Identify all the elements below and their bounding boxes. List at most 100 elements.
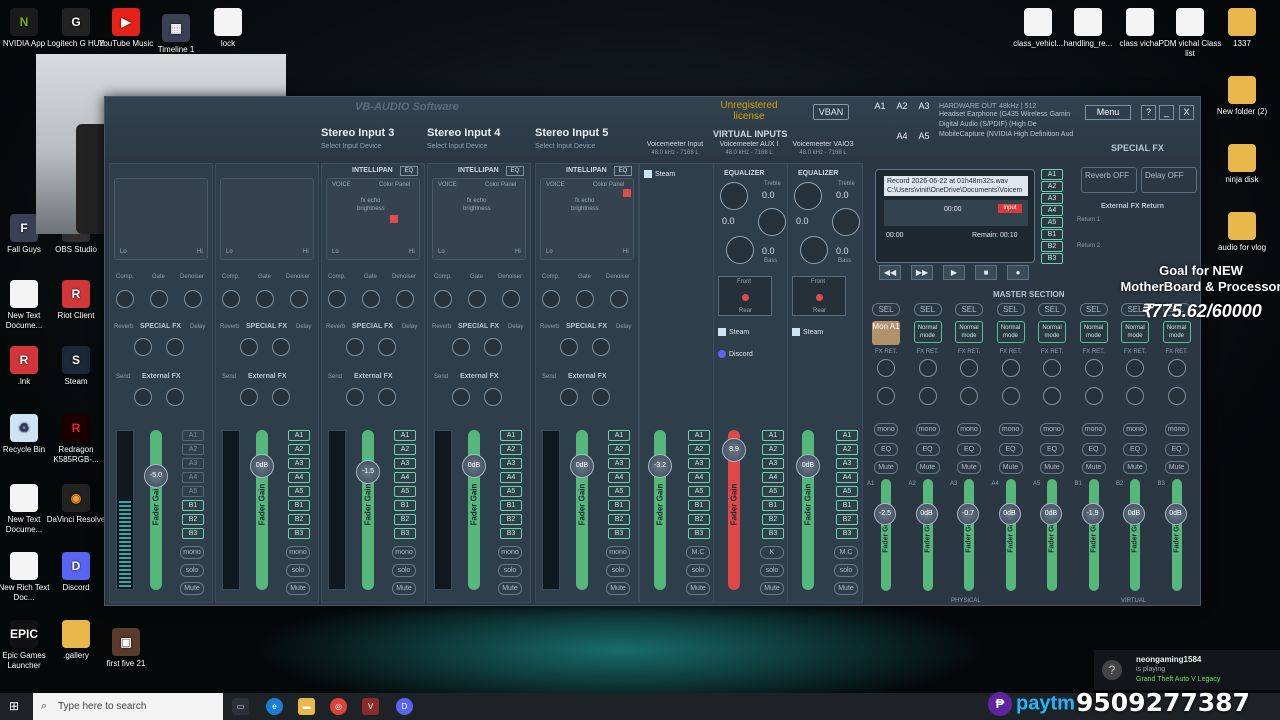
mono-button[interactable]: mono: [1081, 423, 1106, 436]
chrome-icon[interactable]: ◎: [330, 698, 347, 715]
normal-mode-button[interactable]: Normal mode: [1079, 321, 1108, 343]
strip-title-input-5[interactable]: Stereo Input 5: [535, 127, 608, 139]
mute-button[interactable]: Mute: [180, 582, 204, 595]
mono-button[interactable]: mono: [1123, 423, 1147, 436]
bus-button-a1[interactable]: A1: [500, 430, 522, 441]
fader-knob[interactable]: 0dB: [462, 454, 486, 478]
mute-button[interactable]: Mute: [834, 582, 858, 595]
bus-button-b3[interactable]: B3: [500, 528, 522, 539]
bus-button-a4[interactable]: A4: [762, 472, 784, 483]
knob[interactable]: [1043, 359, 1061, 377]
master-fader[interactable]: Fader Gain: [1171, 479, 1182, 591]
fader-gain-slider[interactable]: Fader Gain: [150, 430, 162, 590]
help-button[interactable]: ?: [1141, 105, 1156, 120]
knob[interactable]: [960, 359, 978, 377]
bus-button-b3[interactable]: B3: [608, 528, 630, 539]
desktop-shortcut[interactable]: lock: [196, 8, 260, 49]
bus-button-b2[interactable]: B2: [608, 514, 630, 525]
mute-button[interactable]: Mute: [1123, 461, 1147, 474]
bus-button-b3[interactable]: B3: [288, 528, 310, 539]
transport-button[interactable]: ■: [975, 265, 997, 280]
mono-button[interactable]: mono: [392, 546, 416, 559]
equalizer-knob[interactable]: [758, 208, 786, 236]
mono-button[interactable]: mono: [998, 423, 1023, 436]
transport-button[interactable]: ●: [1007, 265, 1029, 280]
bus-button-a2[interactable]: A2: [762, 444, 784, 455]
knob[interactable]: [256, 290, 274, 308]
bus-button-a4[interactable]: A4: [394, 472, 416, 483]
solo-button[interactable]: solo: [760, 564, 784, 577]
knob[interactable]: [290, 290, 308, 308]
mono-button[interactable]: mono: [606, 546, 630, 559]
knob[interactable]: [378, 338, 396, 356]
eq-button[interactable]: EQ: [998, 443, 1023, 456]
bus-button-a2[interactable]: A2: [836, 444, 858, 455]
bus-button-a5[interactable]: A5: [762, 486, 784, 497]
discord-taskbar-icon[interactable]: D: [396, 698, 413, 715]
eq-button[interactable]: EQ: [915, 443, 940, 456]
bus-button-a3[interactable]: A3: [608, 458, 630, 469]
strip-device-input-5[interactable]: Select Input Device: [535, 143, 595, 150]
knob[interactable]: [346, 388, 364, 406]
mono-button[interactable]: mono: [1040, 423, 1064, 436]
transport-button[interactable]: ▶▶: [911, 265, 933, 280]
strip-device-input-3[interactable]: Select Input Device: [321, 143, 381, 150]
bus-button-a3[interactable]: A3: [182, 458, 204, 469]
bus-button-b3[interactable]: B3: [836, 528, 858, 539]
bus-button-a5[interactable]: A5: [288, 486, 310, 497]
bus-button-a5[interactable]: A5: [608, 486, 630, 497]
bus-button-a2[interactable]: A2: [288, 444, 310, 455]
master-fader[interactable]: Fader Gain: [881, 479, 891, 591]
eq-button[interactable]: EQ: [400, 166, 418, 176]
color-panel[interactable]: VOICE Color Panel fx echo brightness Lo Hi: [432, 178, 526, 260]
bus-button-a5[interactable]: A5: [500, 486, 522, 497]
knob[interactable]: [166, 338, 184, 356]
knob[interactable]: [222, 290, 240, 308]
minimize-button[interactable]: _: [1159, 105, 1174, 120]
panel-cursor[interactable]: [390, 215, 398, 223]
windows-start-icon[interactable]: ⊞: [9, 700, 22, 713]
pan-control[interactable]: Front Rear: [718, 276, 772, 316]
bus-button-b1[interactable]: B1: [394, 500, 416, 511]
mono-button[interactable]: mono: [498, 546, 522, 559]
app-discord[interactable]: Discord: [718, 350, 753, 358]
bus-button-b2[interactable]: B2: [182, 514, 204, 525]
hardware-out-device-list[interactable]: Headset Earphone (G435 Wireless Gamin Di…: [939, 110, 1079, 140]
fader-knob[interactable]: -5.0: [144, 464, 168, 488]
fader-knob[interactable]: 8.9: [722, 438, 746, 462]
knob[interactable]: [592, 388, 610, 406]
knob[interactable]: [1126, 359, 1144, 377]
desktop-shortcut[interactable]: audio for vlog: [1210, 212, 1274, 253]
knob[interactable]: [576, 290, 594, 308]
mc-button[interactable]: K: [760, 546, 784, 559]
recorder-bus-a4[interactable]: A4: [1041, 205, 1063, 216]
bus-button-a2[interactable]: A2: [688, 444, 710, 455]
hardware-out-a1-button[interactable]: A1: [871, 101, 889, 113]
normal-mode-button[interactable]: Normal mode: [1162, 321, 1191, 343]
knob[interactable]: [378, 388, 396, 406]
bus-button-a1[interactable]: A1: [182, 430, 204, 441]
normal-mode-button[interactable]: Normal mode: [1121, 321, 1149, 343]
bus-button-b2[interactable]: B2: [762, 514, 784, 525]
file-explorer-icon[interactable]: ▬: [298, 698, 315, 715]
voicemeeter-taskbar-icon[interactable]: V: [362, 698, 379, 715]
knob[interactable]: [484, 338, 502, 356]
eq-button[interactable]: EQ: [1040, 443, 1064, 456]
edge-icon[interactable]: e: [266, 698, 283, 715]
mono-button[interactable]: mono: [915, 423, 940, 436]
pan-control[interactable]: Front Rear: [792, 276, 846, 316]
equalizer-knob[interactable]: [726, 236, 754, 264]
hardware-out-a2-button[interactable]: A2: [893, 101, 911, 113]
solo-button[interactable]: solo: [286, 564, 310, 577]
sel-button[interactable]: SEL: [996, 303, 1025, 316]
knob[interactable]: [452, 388, 470, 406]
desktop-shortcut[interactable]: New folder (2): [1210, 76, 1274, 117]
recorder-bus-a1[interactable]: A1: [1041, 169, 1063, 180]
mute-button[interactable]: Mute: [686, 582, 710, 595]
knob[interactable]: [1084, 387, 1103, 405]
mute-button[interactable]: Mute: [498, 582, 522, 595]
sel-button[interactable]: SEL: [913, 303, 942, 316]
close-button[interactable]: X: [1179, 105, 1194, 120]
desktop-shortcut[interactable]: 1337: [1210, 8, 1274, 49]
eq-button[interactable]: EQ: [506, 166, 524, 176]
